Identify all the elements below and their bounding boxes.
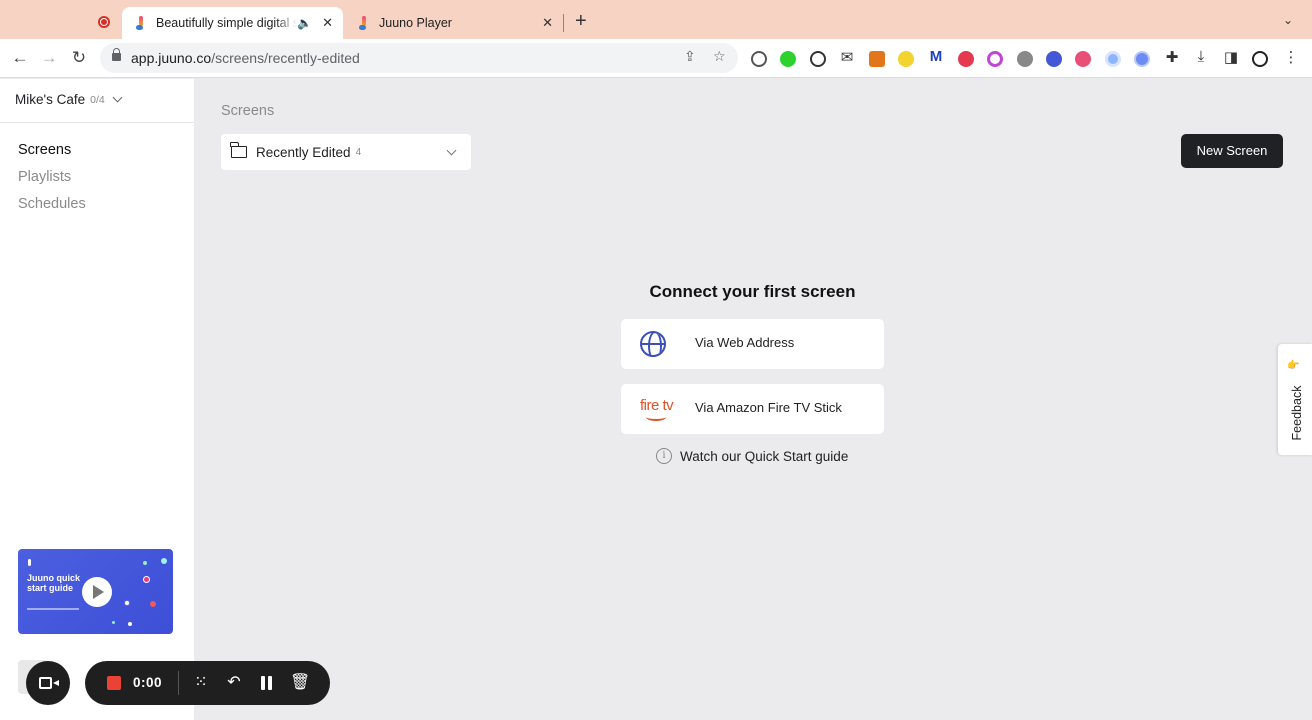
sidebar-item-playlists[interactable]: Playlists bbox=[18, 169, 71, 185]
browser-tab-juuno-player[interactable]: Juuno Player ✕ bbox=[345, 7, 563, 39]
page-title: Screens bbox=[221, 103, 275, 119]
forward-arrow-icon[interactable]: → bbox=[38, 47, 60, 69]
decorative-dot bbox=[143, 561, 147, 565]
extension-icon[interactable] bbox=[1134, 51, 1150, 67]
empty-state-heading: Connect your first screen bbox=[649, 282, 856, 301]
extension-icon[interactable] bbox=[751, 51, 767, 67]
camera-toggle-button[interactable] bbox=[26, 661, 70, 705]
workspace-switcher[interactable]: Mike's Cafe 0/4 bbox=[15, 92, 123, 107]
trash-delete-icon[interactable]: 🗑 bbox=[290, 673, 310, 693]
folder-label: Recently Edited bbox=[256, 144, 351, 160]
extension-icon[interactable] bbox=[958, 51, 974, 67]
extension-icon[interactable] bbox=[1105, 51, 1121, 67]
folder-count: 4 bbox=[355, 146, 362, 158]
globe-icon bbox=[640, 331, 666, 357]
lock-icon bbox=[112, 48, 121, 61]
juuno-favicon-icon bbox=[357, 16, 371, 30]
option-label: Via Amazon Fire TV Stick bbox=[695, 400, 842, 415]
extension-icon[interactable] bbox=[1075, 51, 1091, 67]
extension-icon[interactable] bbox=[987, 51, 1003, 67]
play-icon[interactable] bbox=[82, 577, 112, 607]
extension-icon[interactable] bbox=[898, 51, 914, 67]
kebab-menu-icon[interactable]: ⋮ bbox=[1281, 48, 1301, 66]
pause-icon[interactable] bbox=[261, 676, 273, 690]
new-screen-button[interactable]: New Screen bbox=[1181, 134, 1283, 168]
recording-controls-bar: 0:00 ⁙ ↶ 🗑 bbox=[85, 661, 330, 705]
tab-separator bbox=[563, 14, 564, 32]
video-camera-icon bbox=[39, 677, 59, 689]
new-tab-plus-icon[interactable]: + bbox=[575, 10, 587, 33]
guide-card-title: Juuno quick start guide bbox=[27, 573, 81, 593]
feedback-tab[interactable]: 👉 Feedback bbox=[1278, 344, 1312, 455]
decorative-dot bbox=[112, 621, 115, 624]
back-arrow-icon[interactable]: ← bbox=[9, 47, 31, 69]
extension-icon[interactable] bbox=[780, 51, 796, 67]
connect-via-web-address-button[interactable]: Via Web Address bbox=[621, 319, 884, 369]
sidebar-item-screens[interactable]: Screens bbox=[18, 142, 71, 158]
recording-indicator-icon bbox=[98, 16, 110, 28]
download-icon[interactable]: ⤓ bbox=[1191, 48, 1211, 65]
extension-icon[interactable] bbox=[810, 51, 826, 67]
divider bbox=[178, 671, 179, 695]
bookmark-star-icon[interactable]: ☆ bbox=[713, 48, 726, 65]
guide-link-label: Watch our Quick Start guide bbox=[680, 448, 849, 464]
feedback-label: Feedback bbox=[1290, 385, 1304, 441]
decorative-dot bbox=[143, 576, 150, 583]
share-icon[interactable]: ⇪ bbox=[684, 48, 696, 65]
stop-recording-button[interactable] bbox=[107, 676, 121, 690]
chevron-down-icon bbox=[446, 145, 457, 156]
browser-tab-active[interactable]: Beautifully simple digital signage 🔈 ✕ bbox=[122, 7, 343, 39]
address-bar[interactable]: app.juuno.co/screens/recently-edited ⇪ ☆ bbox=[100, 43, 738, 73]
reload-icon[interactable]: ↻ bbox=[68, 47, 90, 69]
decorative-dot bbox=[161, 558, 167, 564]
decorative-dot bbox=[150, 601, 156, 607]
tab-search-chevron-icon[interactable]: ⌄ bbox=[1283, 13, 1293, 27]
juuno-favicon-icon bbox=[134, 16, 148, 30]
sidebar-item-schedules[interactable]: Schedules bbox=[18, 196, 86, 212]
quick-start-video-card[interactable]: Juuno quick start guide bbox=[18, 549, 173, 634]
drag-handle-grid-icon[interactable]: ⁙ bbox=[191, 673, 211, 693]
option-label: Via Web Address bbox=[695, 335, 795, 350]
workspace-screen-count: 0/4 bbox=[90, 93, 105, 106]
speaker-icon[interactable]: 🔈 bbox=[297, 16, 312, 30]
decorative-dot bbox=[124, 600, 130, 606]
profile-avatar-icon[interactable] bbox=[1252, 51, 1268, 67]
quick-start-guide-link[interactable]: i Watch our Quick Start guide bbox=[656, 448, 848, 464]
juuno-logo-icon bbox=[28, 559, 31, 566]
recording-timer: 0:00 bbox=[133, 675, 163, 690]
browser-tab-strip: Beautifully simple digital signage 🔈 ✕ J… bbox=[0, 0, 1312, 39]
undo-restart-icon[interactable]: ↶ bbox=[224, 673, 244, 693]
workspace-name: Mike's Cafe bbox=[15, 92, 86, 107]
close-tab-icon[interactable]: ✕ bbox=[542, 15, 553, 31]
folder-icon bbox=[230, 142, 247, 158]
extension-icon[interactable] bbox=[1046, 51, 1062, 67]
chevron-down-icon bbox=[112, 92, 123, 103]
metamask-extension-icon[interactable] bbox=[869, 51, 885, 67]
divider bbox=[0, 122, 194, 123]
folder-dropdown[interactable]: Recently Edited 4 bbox=[221, 134, 471, 170]
pointing-hand-icon: 👉 bbox=[1287, 360, 1300, 371]
extension-icon[interactable]: M bbox=[926, 48, 946, 65]
puzzle-extensions-icon[interactable]: ✚ bbox=[1162, 48, 1182, 66]
guide-card-subtitle-line bbox=[27, 608, 79, 610]
firetv-logo-icon: fire tv bbox=[640, 397, 674, 421]
extension-icon[interactable]: ✉ bbox=[837, 48, 857, 66]
info-icon: i bbox=[656, 448, 672, 464]
tab-title: Beautifully simple digital signage bbox=[156, 16, 298, 30]
browser-toolbar: ← → ↻ app.juuno.co/screens/recently-edit… bbox=[0, 39, 1312, 78]
url-text[interactable]: app.juuno.co/screens/recently-edited bbox=[131, 50, 360, 66]
extension-icon[interactable] bbox=[1017, 51, 1033, 67]
close-tab-icon[interactable]: ✕ bbox=[322, 15, 333, 31]
side-panel-icon[interactable]: ◨ bbox=[1221, 48, 1241, 66]
connect-via-firetv-button[interactable]: fire tv Via Amazon Fire TV Stick bbox=[621, 384, 884, 434]
sidebar: Mike's Cafe 0/4 Screens Playlists Schedu… bbox=[0, 79, 194, 720]
tab-title: Juuno Player bbox=[379, 16, 452, 30]
decorative-dot bbox=[128, 622, 132, 626]
